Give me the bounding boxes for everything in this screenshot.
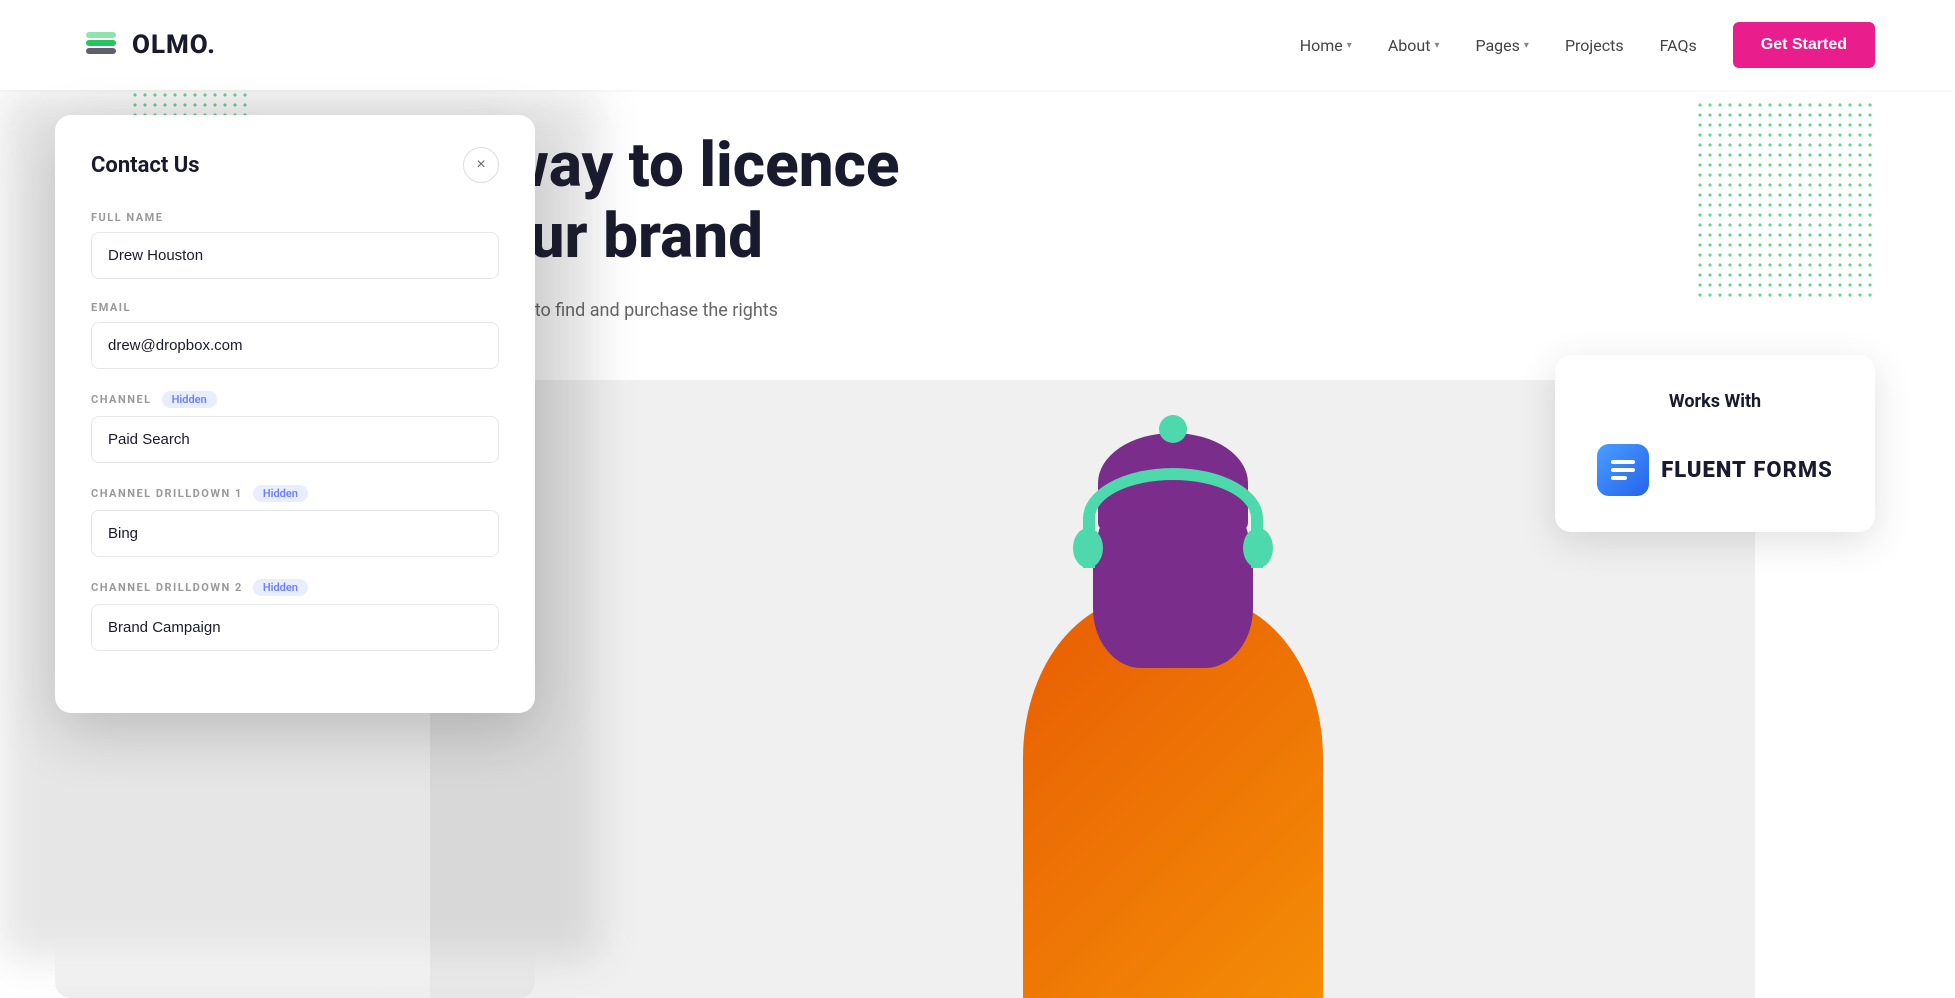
- channel-label-row: CHANNEL Hidden: [91, 391, 499, 408]
- headphones: [1083, 468, 1263, 568]
- channel-input[interactable]: [91, 416, 499, 463]
- nav-home[interactable]: Home ▾: [1300, 36, 1352, 55]
- drilldown1-hidden-badge: Hidden: [253, 485, 308, 502]
- channel-field: CHANNEL Hidden: [91, 391, 499, 463]
- fluent-forms-svg: [1607, 454, 1639, 486]
- drilldown2-input[interactable]: [91, 604, 499, 651]
- beanie-pompom: [1159, 415, 1187, 443]
- drilldown2-label: CHANNEL DRILLDOWN 2: [91, 581, 243, 594]
- headphone-ear-left: [1073, 528, 1103, 568]
- chevron-down-icon: ▾: [1347, 40, 1352, 51]
- logo-text: OLMO.: [132, 30, 216, 60]
- chevron-down-icon: ▾: [1434, 40, 1439, 51]
- fluent-light: FORMS: [1747, 458, 1833, 483]
- email-label: EMAIL: [91, 301, 131, 314]
- channel-hidden-badge: Hidden: [162, 391, 217, 408]
- full-name-label-row: FULL NAME: [91, 211, 499, 224]
- navbar: OLMO. Home ▾ About ▾ Pages ▾ Projects FA…: [0, 0, 1955, 90]
- channel-label: CHANNEL: [91, 393, 152, 406]
- email-field: EMAIL: [91, 301, 499, 369]
- nav-faqs[interactable]: FAQs: [1660, 36, 1697, 55]
- fluent-bold: FLUENT: [1661, 458, 1747, 483]
- drilldown1-label: CHANNEL DRILLDOWN 1: [91, 487, 243, 500]
- get-started-button[interactable]: Get Started: [1733, 22, 1875, 68]
- drilldown1-label-row: CHANNEL DRILLDOWN 1 Hidden: [91, 485, 499, 502]
- channel-drilldown2-field: CHANNEL DRILLDOWN 2 Hidden: [91, 579, 499, 651]
- modal-close-button[interactable]: ×: [463, 147, 499, 183]
- nav-links: Home ▾ About ▾ Pages ▾ Projects FAQs Get…: [1300, 22, 1875, 68]
- dot-pattern-top-right: [1695, 100, 1875, 300]
- contact-modal: Contact Us × FULL NAME EMAIL CHANNEL Hid…: [55, 115, 535, 713]
- modal-title: Contact Us: [91, 153, 200, 178]
- nav-about[interactable]: About ▾: [1388, 36, 1440, 55]
- works-with-card: Works With FLUENT FORMS: [1555, 355, 1875, 532]
- drilldown2-hidden-badge: Hidden: [253, 579, 308, 596]
- nav-projects[interactable]: Projects: [1565, 36, 1624, 55]
- logo-icon: [80, 24, 122, 66]
- full-name-label: FULL NAME: [91, 211, 164, 224]
- modal-header: Contact Us ×: [91, 147, 499, 183]
- fluent-forms-icon: [1597, 444, 1649, 496]
- drilldown2-label-row: CHANNEL DRILLDOWN 2 Hidden: [91, 579, 499, 596]
- fluent-forms-logo: FLUENT FORMS: [1595, 444, 1835, 496]
- drilldown1-input[interactable]: [91, 510, 499, 557]
- works-with-title: Works With: [1595, 391, 1835, 412]
- logo[interactable]: OLMO.: [80, 24, 216, 66]
- headphone-ear-right: [1243, 528, 1273, 568]
- nav-pages[interactable]: Pages ▾: [1475, 36, 1528, 55]
- channel-drilldown1-field: CHANNEL DRILLDOWN 1 Hidden: [91, 485, 499, 557]
- full-name-input[interactable]: [91, 232, 499, 279]
- email-label-row: EMAIL: [91, 301, 499, 314]
- fluent-forms-text: FLUENT FORMS: [1661, 458, 1833, 483]
- email-input[interactable]: [91, 322, 499, 369]
- hero-person: [973, 438, 1373, 998]
- chevron-down-icon: ▾: [1524, 40, 1529, 51]
- full-name-field: FULL NAME: [91, 211, 499, 279]
